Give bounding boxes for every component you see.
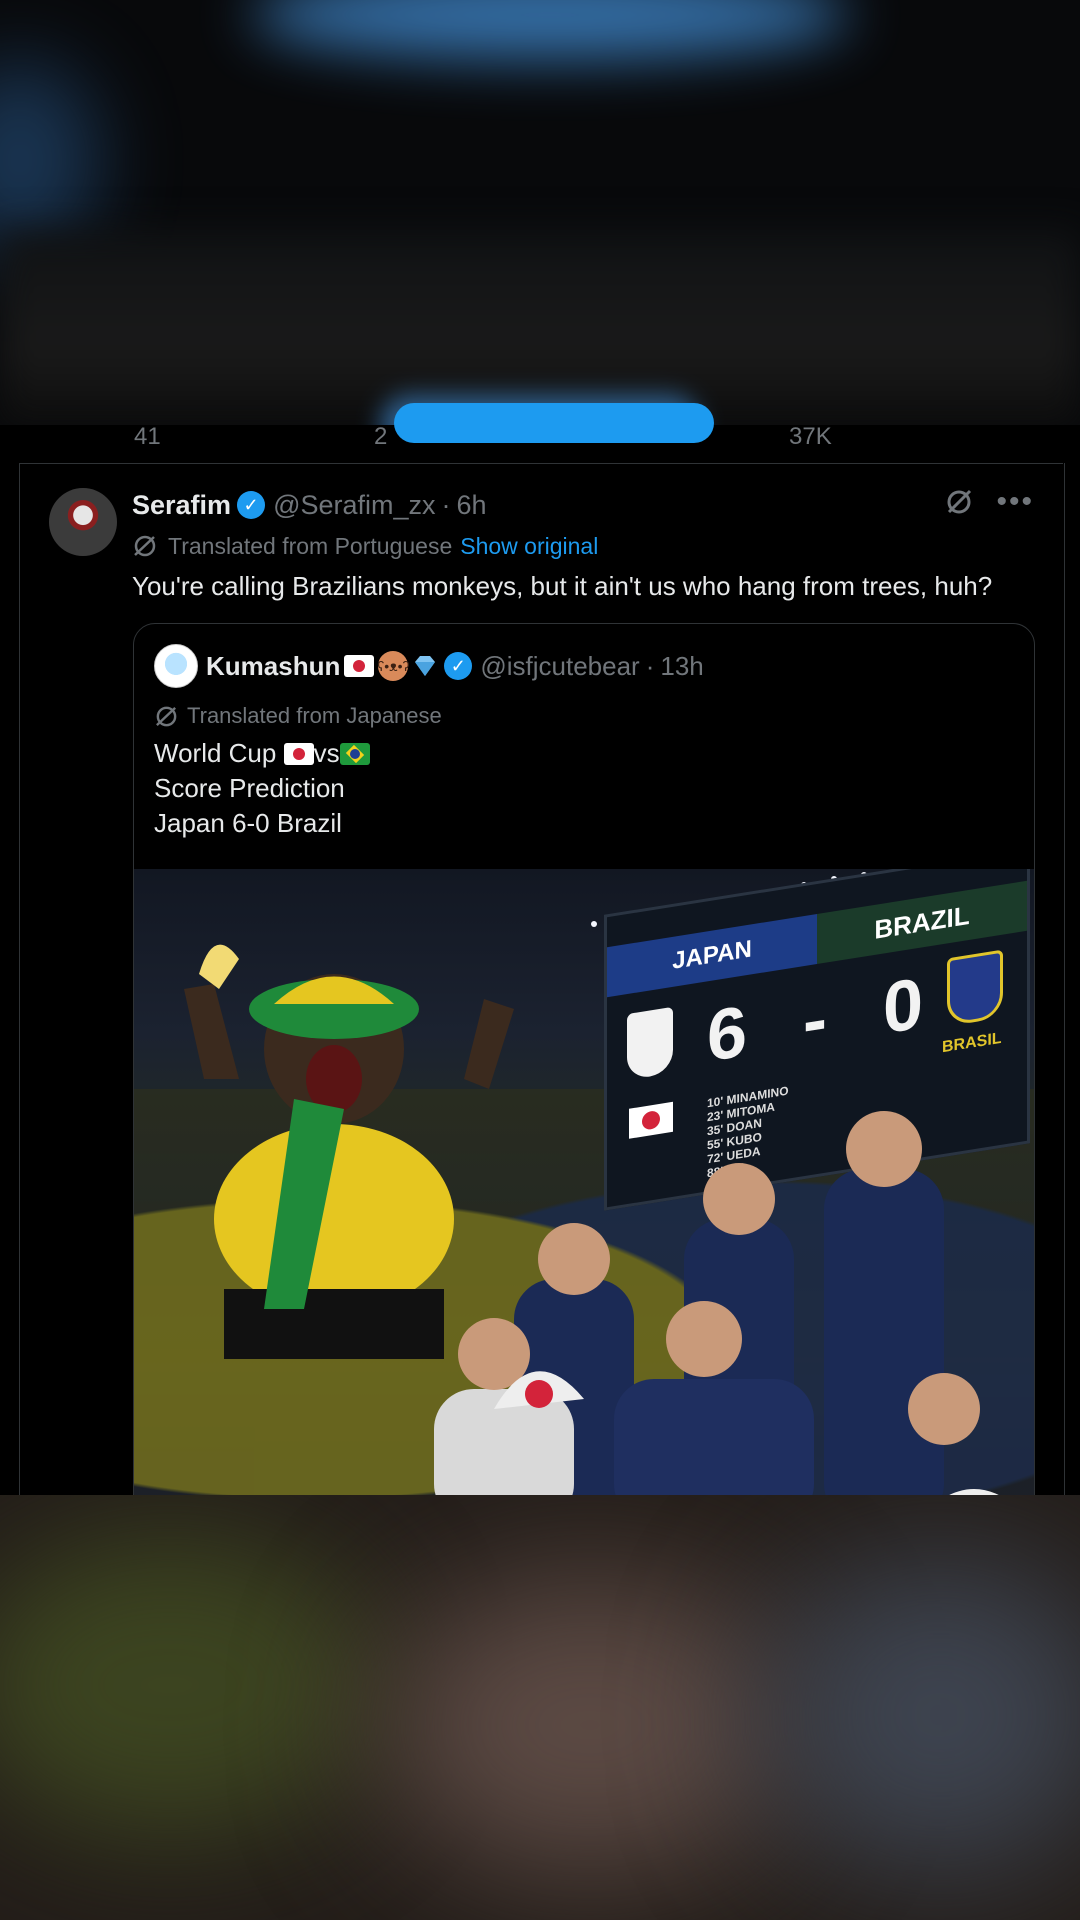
scoreboard-brasil: BRASIL — [942, 1029, 1002, 1057]
previous-tweet-actions: 41 2 37K — [19, 403, 1063, 464]
quote-line-1-text: World Cup — [154, 738, 284, 768]
translate-icon — [134, 535, 156, 557]
new-posts-pill[interactable] — [394, 403, 714, 443]
quote-vs-text: vs — [313, 738, 340, 768]
author-handle[interactable]: @Serafim_zx — [273, 490, 435, 521]
quoted-tweet[interactable]: Kumashun ʕ•ᴥ•ʔ ✓ @isfjcutebear · 13h Tra… — [133, 623, 1035, 1525]
japan-crest-icon — [627, 1006, 673, 1081]
avatar[interactable] — [49, 488, 117, 556]
quote-translated-label: Translated from Japanese — [187, 703, 442, 728]
verified-badge-icon: ✓ — [444, 652, 473, 680]
blurred-backdrop-bottom — [0, 1495, 1080, 1920]
quote-author-name[interactable]: Kumashun — [206, 651, 340, 682]
quote-line-3: Japan 6-0 Brazil — [154, 808, 342, 838]
separator-dot: · — [441, 489, 451, 520]
bear-icon: ʕ•ᴥ•ʔ — [377, 651, 410, 681]
brazil-flag-icon — [339, 742, 370, 765]
timestamp[interactable]: 6h — [457, 490, 487, 521]
grok-icon[interactable] — [944, 487, 974, 517]
translated-note: Translated from Portuguese Show original — [132, 529, 598, 563]
tweet-header-actions: ••• — [944, 487, 1034, 517]
tweet[interactable]: Serafim ✓ @Serafim_zx · 6h ••• Translate… — [19, 463, 1065, 1525]
tweet-header: Serafim ✓ @Serafim_zx · 6h — [132, 485, 487, 525]
japanese-fans — [434, 1111, 1034, 1524]
author-name[interactable]: Serafim — [132, 490, 231, 521]
views-count[interactable]: 37K — [789, 423, 832, 451]
quote-text: World Cup vs Score Prediction Japan 6-0 … — [154, 736, 1014, 841]
quote-translated-note: Translated from Japanese — [154, 699, 442, 733]
tweet-text: You're calling Brazilians monkeys, but i… — [132, 571, 993, 601]
cbf-crest-icon — [947, 949, 1003, 1027]
repost-count[interactable]: 2 — [374, 423, 387, 451]
show-original-link[interactable]: Show original — [460, 533, 598, 560]
quote-timestamp[interactable]: 13h — [660, 651, 703, 682]
japan-flag-icon — [344, 655, 375, 677]
blurred-backdrop — [0, 0, 1080, 425]
reply-count[interactable]: 41 — [134, 423, 161, 451]
quote-avatar[interactable] — [154, 644, 198, 688]
translate-icon — [156, 706, 177, 726]
japan-flag-icon — [283, 742, 314, 765]
translated-label: Translated from Portuguese — [168, 532, 453, 559]
quote-line-1: World Cup vs — [154, 736, 1014, 771]
separator-dot: · — [645, 650, 655, 681]
verified-badge-icon: ✓ — [237, 491, 266, 519]
quote-handle[interactable]: @isfjcutebear — [480, 651, 639, 682]
quote-header: Kumashun ʕ•ᴥ•ʔ ✓ @isfjcutebear · 13h — [154, 644, 704, 688]
more-icon[interactable]: ••• — [996, 487, 1034, 517]
gem-icon — [415, 656, 436, 676]
quote-image[interactable]: JAPAN BRAZIL 6 - 0 BRASIL 10' MINAMINO 2… — [134, 869, 1034, 1524]
scoreboard-score: 6 - 0 — [707, 960, 942, 1078]
quote-line-2: Score Prediction — [154, 773, 345, 803]
